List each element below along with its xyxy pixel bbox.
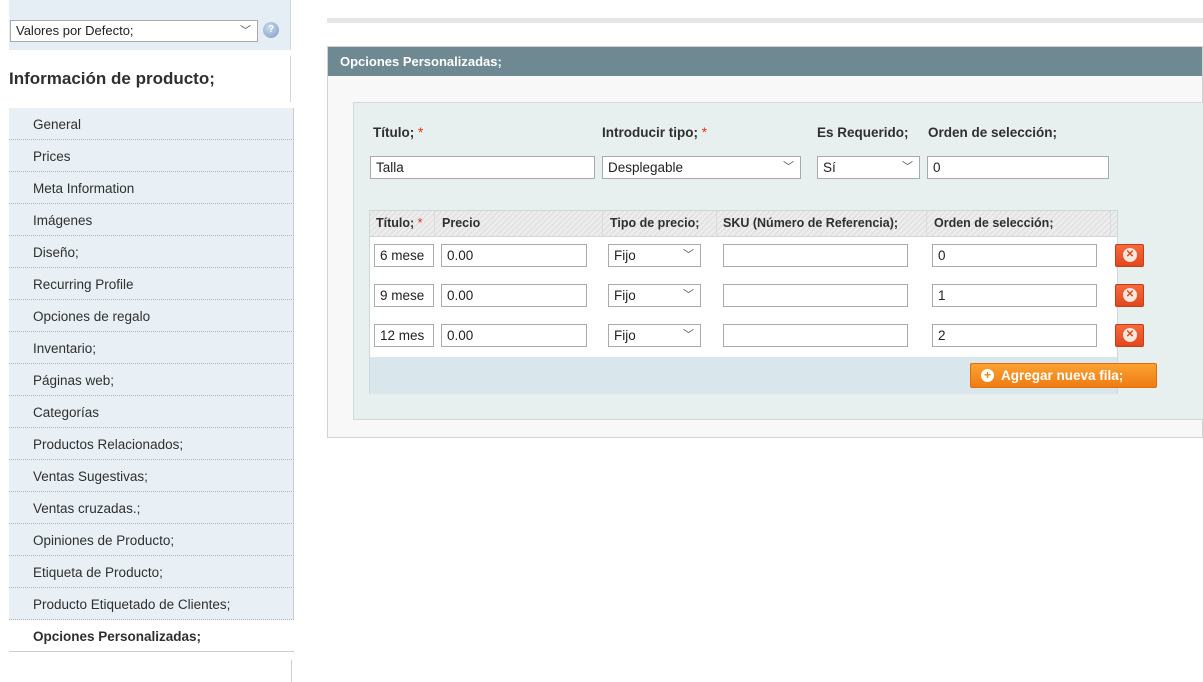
chevron-down-icon: ﹀: [683, 289, 694, 301]
add-new-row-label: Agregar nueva fila;: [1001, 368, 1124, 383]
store-view-value: Valores por Defecto;: [16, 23, 134, 38]
value-sku-input[interactable]: [723, 244, 908, 267]
table-row: 9 mese 0.00 Fijo ﹀ 1 ✕: [370, 277, 1144, 318]
sidebar-item-custom-options[interactable]: Opciones Personalizadas;: [9, 620, 294, 652]
col-title-header: Título; *: [376, 211, 423, 236]
chevron-down-icon: ﹀: [683, 329, 694, 341]
required-mark: *: [418, 125, 424, 140]
value-title-input[interactable]: 9 mese: [374, 284, 434, 307]
add-new-row-button[interactable]: + Agregar nueva fila;: [970, 363, 1157, 388]
table-footer: + Agregar nueva fila;: [370, 357, 1157, 394]
delete-row-icon: ✕: [1123, 248, 1137, 262]
input-type-label-text: Introducir tipo;: [602, 125, 698, 140]
input-type-label: Introducir tipo; *: [602, 125, 707, 140]
sidebar-item-general[interactable]: General: [9, 108, 294, 140]
sidebar-item-product-reviews[interactable]: Opiniones de Producto;: [9, 524, 294, 556]
plus-icon: +: [981, 369, 994, 382]
value-sort-order-input[interactable]: 0: [932, 244, 1097, 267]
delete-row-button[interactable]: ✕: [1115, 284, 1144, 307]
col-title-header-text: Título;: [376, 216, 415, 230]
value-price-type-select[interactable]: Fijo ﹀: [608, 284, 701, 307]
sidebar-divider: [291, 660, 292, 682]
value-title-input[interactable]: 6 mese: [374, 244, 434, 267]
sidebar-item-gift-options[interactable]: Opciones de regalo: [9, 300, 294, 332]
price-type-value: Fijo: [614, 288, 636, 303]
sidebar-title: Información de producto;: [9, 56, 291, 102]
chevron-down-icon: ﹀: [902, 161, 913, 173]
price-type-value: Fijo: [614, 328, 636, 343]
option-sort-order-label: Orden de selección;: [928, 125, 1058, 140]
value-price-input[interactable]: 0.00: [441, 244, 587, 267]
is-required-value: Sí: [823, 160, 836, 175]
delete-row-button[interactable]: ✕: [1115, 244, 1144, 267]
required-mark: *: [417, 216, 423, 230]
input-type-value: Desplegable: [608, 160, 684, 175]
option-title-input[interactable]: Talla: [370, 156, 595, 179]
col-sku-header: SKU (Número de Referencia);: [723, 216, 899, 230]
sidebar-item-prices[interactable]: Prices: [9, 140, 294, 172]
help-glyph: ?: [267, 24, 275, 35]
sidebar-item-recurring-profile[interactable]: Recurring Profile: [9, 268, 294, 300]
sidebar-item-categories[interactable]: Categorías: [9, 396, 294, 428]
sidebar-item-related-products[interactable]: Productos Relacionados;: [9, 428, 294, 460]
value-sort-order-input[interactable]: 2: [932, 324, 1097, 347]
value-sort-order-input[interactable]: 1: [932, 284, 1097, 307]
col-price-type-header: Tipo de precio;: [610, 216, 700, 230]
option-title-label: Título; *: [373, 125, 423, 140]
delete-row-icon: ✕: [1123, 328, 1137, 342]
table-header: Título; * Precio Tipo de precio; SKU (Nú…: [370, 211, 1117, 237]
option-box: Título; * Introducir tipo; * Es Requerid…: [353, 102, 1203, 420]
input-type-select[interactable]: Desplegable ﹀: [602, 156, 801, 179]
option-title-label-text: Título;: [373, 125, 415, 140]
value-price-type-select[interactable]: Fijo ﹀: [608, 324, 701, 347]
is-required-select[interactable]: Sí ﹀: [817, 156, 920, 179]
delete-row-icon: ✕: [1123, 288, 1137, 302]
value-price-type-select[interactable]: Fijo ﹀: [608, 244, 701, 267]
fieldset-title: Opciones Personalizadas;: [328, 47, 1202, 76]
value-sku-input[interactable]: [723, 324, 908, 347]
sidebar-item-meta-information[interactable]: Meta Information: [9, 172, 294, 204]
value-sku-input[interactable]: [723, 284, 908, 307]
sidebar-item-cross-sells[interactable]: Ventas cruzadas.;: [9, 492, 294, 524]
chevron-down-icon: ﹀: [240, 25, 251, 37]
value-price-input[interactable]: 0.00: [441, 324, 587, 347]
table-row: 6 mese 0.00 Fijo ﹀ 0 ✕: [370, 237, 1144, 278]
col-sort-order-header: Orden de selección;: [934, 216, 1054, 230]
store-view-select[interactable]: Valores por Defecto; ﹀: [10, 20, 258, 42]
sidebar-item-design[interactable]: Diseño;: [9, 236, 294, 268]
delete-row-button[interactable]: ✕: [1115, 324, 1144, 347]
product-sidebar: Valores por Defecto; ﹀ ? Información de …: [0, 0, 294, 682]
help-icon[interactable]: ?: [263, 22, 279, 38]
custom-options-fieldset: Opciones Personalizadas; Título; * Intro…: [327, 46, 1203, 438]
sidebar-item-up-sells[interactable]: Ventas Sugestivas;: [9, 460, 294, 492]
sidebar-tabs: General Prices Meta Information Imágenes…: [9, 108, 294, 652]
is-required-label: Es Requerido;: [817, 125, 909, 140]
option-values-table: Título; * Precio Tipo de precio; SKU (Nú…: [369, 210, 1157, 394]
top-divider: [327, 18, 1203, 23]
chevron-down-icon: ﹀: [683, 249, 694, 261]
option-sort-order-input[interactable]: 0: [927, 156, 1109, 179]
required-mark: *: [701, 125, 708, 140]
price-type-value: Fijo: [614, 248, 636, 263]
col-price-header: Precio: [442, 216, 481, 230]
table-row: 12 mes 0.00 Fijo ﹀ 2 ✕: [370, 317, 1144, 358]
chevron-down-icon: ﹀: [783, 161, 794, 173]
sidebar-item-customer-tagged-products[interactable]: Producto Etiquetado de Clientes;: [9, 588, 294, 620]
store-switcher: Valores por Defecto; ﹀ ?: [9, 0, 291, 50]
sidebar-item-websites[interactable]: Páginas web;: [9, 364, 294, 396]
sidebar-item-images[interactable]: Imágenes: [9, 204, 294, 236]
sidebar-item-product-tags[interactable]: Etiqueta de Producto;: [9, 556, 294, 588]
sidebar-item-inventory[interactable]: Inventario;: [9, 332, 294, 364]
value-title-input[interactable]: 12 mes: [374, 324, 434, 347]
value-price-input[interactable]: 0.00: [441, 284, 587, 307]
